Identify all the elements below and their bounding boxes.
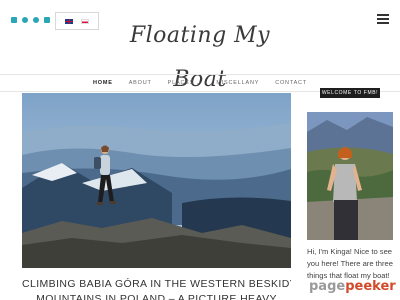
facebook-icon[interactable] xyxy=(11,17,17,23)
welcome-badge: WELCOME TO FMB! xyxy=(320,88,380,98)
author-portrait-image xyxy=(307,112,393,240)
author-intro-text: Hi, I'm Kinga! Nice to see you here! The… xyxy=(307,247,393,280)
pagepeeker-watermark: pagepeeker xyxy=(309,279,396,294)
site-header: Floating My Boat xyxy=(0,0,400,92)
nav-home[interactable]: HOME xyxy=(93,80,113,86)
nav-places[interactable]: PLACES ⌄ xyxy=(168,80,201,86)
author-photo xyxy=(307,112,393,240)
instagram-icon[interactable] xyxy=(44,17,50,23)
hamburger-menu-icon[interactable] xyxy=(377,14,389,24)
featured-post-image[interactable] xyxy=(22,93,291,268)
post-title-line-2[interactable]: MOUNTAINS IN POLAND – A PICTURE HEAVY xyxy=(22,292,291,300)
chevron-down-icon: ⌄ xyxy=(196,80,201,85)
social-links xyxy=(11,17,50,23)
poland-flag-icon[interactable] xyxy=(81,18,89,24)
nav-about[interactable]: ABOUT xyxy=(129,80,152,86)
language-switcher xyxy=(55,12,99,30)
post-title-line-1[interactable]: CLIMBING BABIA GÓRA IN THE WESTERN BESKI… xyxy=(22,277,291,291)
flickr-icon[interactable] xyxy=(22,17,28,23)
watermark-part2: peeker xyxy=(345,279,396,294)
nav-contact[interactable]: CONTACT xyxy=(275,80,307,86)
site-logo[interactable]: Floating My Boat xyxy=(120,14,280,92)
watermark-part1: page xyxy=(309,279,346,294)
mountain-hiker-photo xyxy=(22,93,291,268)
uk-flag-icon[interactable] xyxy=(65,18,73,24)
pinterest-icon[interactable] xyxy=(33,17,39,23)
nav-miscellany[interactable]: MISCELLANY xyxy=(216,80,259,86)
nav-places-label: PLACES xyxy=(167,80,195,86)
